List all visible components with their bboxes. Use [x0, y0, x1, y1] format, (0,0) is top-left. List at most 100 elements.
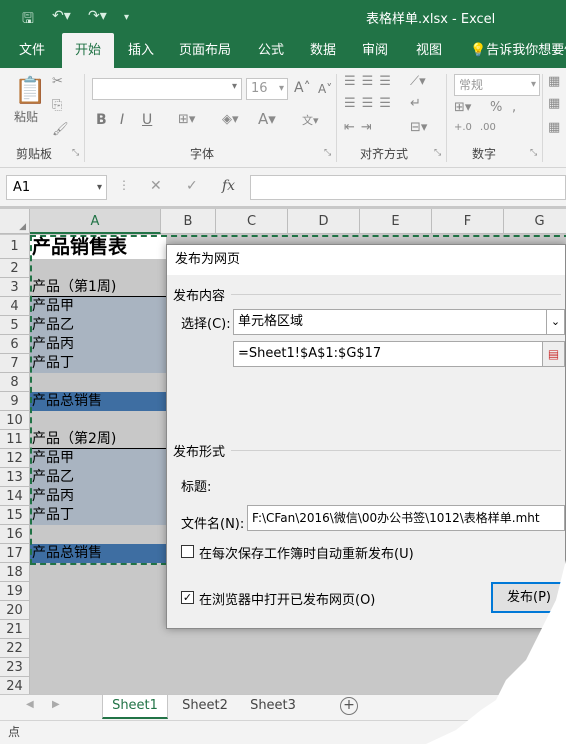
tab-home[interactable]: 开始 [62, 33, 114, 68]
vertical-align-icons[interactable]: ☰☰☰ [344, 74, 397, 89]
font-size-combo[interactable]: 16 ▾ [246, 78, 288, 100]
border-icon[interactable]: ⊞▾ [178, 112, 195, 127]
cut-icon[interactable]: ✂ [52, 74, 63, 89]
row-header[interactable]: 19 [0, 582, 30, 601]
range-input[interactable]: =Sheet1!$A$1:$G$17 ▤ [233, 341, 565, 367]
column-header-e[interactable]: E [360, 209, 432, 234]
cell-styles-icon[interactable]: ▦ [548, 120, 560, 135]
row-header[interactable]: 24 [0, 677, 30, 694]
open-browser-checkbox[interactable]: ✓ [181, 591, 194, 604]
enter-icon[interactable]: ✓ [186, 178, 198, 194]
row-header[interactable]: 5 [0, 316, 30, 335]
row-header[interactable]: 2 [0, 259, 30, 278]
cell-a15[interactable]: 产品丁 [30, 506, 74, 525]
filename-input[interactable]: F:\CFan\2016\微信\00办公书签\1012\表格样单.mht [247, 505, 565, 531]
cell-a14[interactable]: 产品丙 [30, 487, 74, 506]
cell-a9[interactable]: 产品总销售 [30, 392, 102, 411]
autorepublish-label[interactable]: 在每次保存工作簿时自动重新发布(U) [199, 543, 414, 562]
format-painter-icon[interactable]: 🖌 [52, 122, 69, 137]
tab-page-layout[interactable]: 页面布局 [170, 33, 240, 68]
sheet-tab-sheet2[interactable]: Sheet2 [172, 695, 238, 719]
cell-a7[interactable]: 产品丁 [30, 354, 74, 373]
decrease-decimal-icon[interactable]: .00 [480, 122, 496, 133]
tab-insert[interactable]: 插入 [118, 33, 164, 68]
alignment-launcher-icon[interactable]: ⤡ [434, 148, 441, 158]
indent-icons[interactable]: ⇤⇥ [344, 120, 378, 135]
cell-a6[interactable]: 产品丙 [30, 335, 74, 354]
sheet-tab-sheet1[interactable]: Sheet1 [102, 695, 168, 719]
row-header[interactable]: 16 [0, 525, 30, 544]
row-header[interactable]: 15 [0, 506, 30, 525]
row-header[interactable]: 11 [0, 430, 30, 449]
collapse-dialog-icon[interactable]: ▤ [542, 342, 564, 366]
font-name-combo[interactable]: ▾ [92, 78, 242, 100]
row-header[interactable]: 1 [0, 235, 30, 259]
column-header-f[interactable]: F [432, 209, 504, 234]
number-launcher-icon[interactable]: ⤡ [530, 148, 537, 158]
cancel-icon[interactable]: ✕ [150, 178, 162, 194]
row-header[interactable]: 17 [0, 544, 30, 563]
cell-a3[interactable]: 产品（第1周) [30, 278, 116, 297]
percent-icon[interactable]: % [490, 100, 502, 115]
autorepublish-checkbox[interactable] [181, 545, 194, 558]
fill-color-icon[interactable]: ◈▾ [222, 112, 239, 127]
column-header-g[interactable]: G [504, 209, 566, 234]
select-dropdown[interactable]: 单元格区域 ⌄ [233, 309, 565, 335]
tab-formulas[interactable]: 公式 [248, 33, 294, 68]
row-header[interactable]: 14 [0, 487, 30, 506]
font-color-icon[interactable]: A▾ [258, 110, 276, 128]
paste-icon[interactable]: 📋 [14, 76, 46, 106]
column-header-b[interactable]: B [161, 209, 216, 234]
save-icon[interactable]: 🖫 [22, 8, 34, 32]
paste-label[interactable]: 粘贴 [14, 108, 38, 125]
tab-review[interactable]: 审阅 [352, 33, 398, 68]
cell-a1[interactable]: 产品销售表 [30, 235, 127, 259]
font-launcher-icon[interactable]: ⤡ [324, 148, 331, 158]
formula-input[interactable] [250, 175, 566, 200]
row-header[interactable]: 20 [0, 601, 30, 620]
phonetic-icon[interactable]: 文▾ [302, 112, 319, 128]
open-browser-label[interactable]: 在浏览器中打开已发布网页(O) [199, 589, 375, 608]
number-format-combo[interactable]: 常规 ▾ [454, 74, 540, 96]
scroll-left-icon[interactable]: ◀ [26, 699, 34, 710]
increase-decimal-icon[interactable]: +.0 [454, 122, 472, 133]
decrease-font-icon[interactable]: A˅ [318, 82, 332, 96]
redo-icon[interactable]: ↷▾ [88, 8, 107, 24]
wrap-text-icon[interactable]: ↵ [410, 96, 421, 111]
tab-view[interactable]: 视图 [406, 33, 452, 68]
row-header[interactable]: 18 [0, 563, 30, 582]
tab-file[interactable]: 文件 [8, 33, 56, 68]
comma-icon[interactable]: , [512, 100, 516, 115]
row-header[interactable]: 3 [0, 278, 30, 297]
cell-a17[interactable]: 产品总销售 [30, 544, 102, 563]
undo-icon[interactable]: ↶▾ [52, 8, 71, 24]
cell-a5[interactable]: 产品乙 [30, 316, 74, 335]
cell-a4[interactable]: 产品甲 [30, 297, 74, 316]
row-header[interactable]: 12 [0, 449, 30, 468]
customize-toolbar-icon[interactable]: ▾ [124, 12, 129, 23]
format-table-icon[interactable]: ▦ [548, 96, 560, 111]
add-sheet-button[interactable]: + [340, 697, 358, 715]
select-all-corner[interactable]: ◢ [0, 209, 30, 234]
row-header[interactable]: 22 [0, 639, 30, 658]
row-header[interactable]: 23 [0, 658, 30, 677]
row-header[interactable]: 6 [0, 335, 30, 354]
row-header[interactable]: 4 [0, 297, 30, 316]
row-header[interactable]: 9 [0, 392, 30, 411]
row-header[interactable]: 13 [0, 468, 30, 487]
tab-data[interactable]: 数据 [300, 33, 346, 68]
tell-me-box[interactable]: 💡告诉我你想要做 [470, 33, 566, 68]
column-header-d[interactable]: D [288, 209, 360, 234]
cell-a13[interactable]: 产品乙 [30, 468, 74, 487]
italic-button[interactable]: I [120, 112, 124, 128]
column-header-c[interactable]: C [216, 209, 288, 234]
orientation-icon[interactable]: ⟋▾ [410, 74, 426, 89]
row-header[interactable]: 10 [0, 411, 30, 430]
conditional-format-icon[interactable]: ▦ [548, 74, 560, 89]
copy-icon[interactable]: ⎘ [52, 98, 62, 113]
row-header[interactable]: 21 [0, 620, 30, 639]
insert-function-button[interactable]: fx [222, 178, 235, 194]
row-header[interactable]: 8 [0, 373, 30, 392]
name-box[interactable]: A1 ▾ [6, 175, 107, 200]
sheet-tab-sheet3[interactable]: Sheet3 [240, 695, 306, 719]
